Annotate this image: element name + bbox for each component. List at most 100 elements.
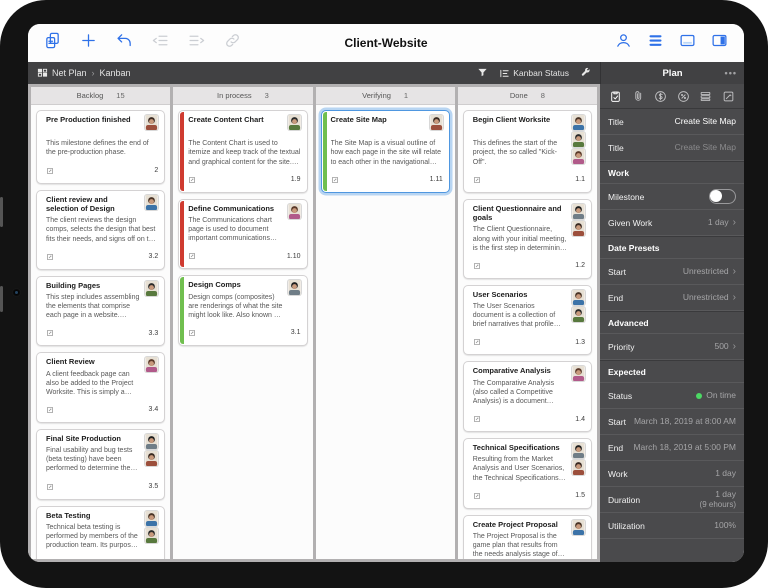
- field-row-start[interactable]: StartUnrestricted›: [600, 259, 744, 285]
- card-title: Define Communications: [188, 204, 300, 213]
- paste-icon[interactable]: [44, 32, 61, 54]
- column-cards: Create Site MapThe Site Map is a visual …: [316, 105, 455, 559]
- grouping-selector[interactable]: Kanban Status: [499, 68, 569, 79]
- note-icon: [473, 257, 481, 275]
- field-value: Create Site Map: [675, 142, 736, 153]
- field-value: 100%: [714, 520, 736, 531]
- volume-down-button[interactable]: [0, 286, 3, 312]
- user-icon[interactable]: [615, 32, 632, 54]
- kanban-card[interactable]: Technical SpecificationsResulting from t…: [463, 438, 592, 509]
- app-screen: Client-Website Net Plan › Kanban Kanba: [28, 24, 744, 562]
- clipboard-check-icon[interactable]: [609, 90, 622, 103]
- avatar: [145, 434, 158, 449]
- field-label: Duration: [608, 495, 640, 505]
- card-avatars: [145, 115, 158, 130]
- chevron-right-icon: ›: [733, 292, 736, 303]
- card-footer: 1.4: [473, 410, 585, 428]
- kanban-card[interactable]: Building PagesThis step includes assembl…: [36, 276, 165, 347]
- column-header: Backlog15: [31, 87, 170, 105]
- kanban-card[interactable]: Client Questionnaire and goalsThe Client…: [463, 199, 592, 279]
- card-description: The Comparative Analysis (also called a …: [473, 379, 567, 406]
- breadcrumb-root[interactable]: Net Plan: [52, 68, 87, 78]
- content-area: Backlog15 Pre Production finishedThis mil…: [28, 84, 744, 562]
- kanban-card[interactable]: Begin Client WorksiteThis defines the st…: [463, 110, 592, 193]
- kanban-card[interactable]: Comparative AnalysisThe Comparative Anal…: [463, 361, 592, 432]
- panel-right-icon[interactable]: [711, 32, 728, 54]
- card-title: Pre Production finished: [46, 115, 158, 124]
- card-number-badge: 1.2: [575, 262, 585, 269]
- kanban-card[interactable]: Create Site MapThe Site Map is a visual …: [321, 110, 450, 193]
- menu-icon[interactable]: [647, 32, 664, 54]
- kanban-board: Backlog15 Pre Production finishedThis mil…: [28, 84, 600, 562]
- rows-icon[interactable]: [699, 90, 712, 103]
- card-avatars: [572, 443, 585, 475]
- avatar: [572, 132, 585, 147]
- card-description: Resulting from the Market Analysis and U…: [473, 455, 567, 482]
- funnel-icon[interactable]: [477, 67, 488, 80]
- status-stripe: [323, 112, 327, 191]
- ipad-frame: Client-Website Net Plan › Kanban Kanba: [0, 0, 768, 588]
- card-number-badge: 2: [154, 167, 158, 174]
- card-title: Create Content Chart: [188, 115, 300, 124]
- percent-icon[interactable]: [677, 90, 690, 103]
- avatar: [572, 221, 585, 236]
- field-label: Work: [608, 469, 628, 479]
- kanban-card[interactable]: Design CompsDesign comps (composites) ar…: [178, 275, 307, 346]
- kanban-card[interactable]: User ScenariosThe User Scenarios documen…: [463, 285, 592, 356]
- breadcrumb-current[interactable]: Kanban: [100, 68, 131, 78]
- cost-icon[interactable]: [654, 90, 667, 103]
- kanban-card[interactable]: Client ReviewA client feedback page can …: [36, 352, 165, 423]
- card-avatars: [145, 357, 158, 372]
- avatar: [145, 281, 158, 296]
- kanban-card[interactable]: Client review and selection of DesignThe…: [36, 190, 165, 270]
- card-footer: 1.9: [188, 171, 300, 189]
- indent-icon: [188, 32, 205, 54]
- column-cards: Begin Client WorksiteThis defines the st…: [458, 105, 597, 559]
- card-footer: 3.4: [46, 401, 158, 419]
- field-row-priority[interactable]: Priority500›: [600, 334, 744, 360]
- card-number-badge: 3.4: [149, 406, 159, 413]
- kanban-card[interactable]: Pre Production finishedThis milestone de…: [36, 110, 165, 184]
- kanban-card[interactable]: Create Content ChartThe Content Chart is…: [178, 110, 307, 193]
- field-label: Given Work: [608, 218, 652, 228]
- field-value: 1 day: [708, 217, 729, 228]
- panel-bottom-icon[interactable]: [679, 32, 696, 54]
- milestone-toggle[interactable]: [709, 189, 736, 204]
- toolbar-left-group: [44, 32, 241, 54]
- card-number-badge: 3.1: [291, 329, 301, 336]
- undo-icon[interactable]: [116, 32, 133, 54]
- card-avatars: [572, 520, 585, 535]
- note-icon: [188, 171, 196, 189]
- kanban-card[interactable]: Beta TestingTechnical beta testing is pe…: [36, 506, 165, 559]
- card-footer: 1.2: [473, 257, 585, 275]
- grouping-label[interactable]: Kanban Status: [513, 68, 569, 78]
- card-footer: 3.5: [46, 478, 158, 496]
- field-label: Milestone: [608, 192, 644, 202]
- card-footer: 1.5: [473, 487, 585, 505]
- kanban-card[interactable]: Create Project ProposalThe Project Propo…: [463, 515, 592, 559]
- breadcrumb[interactable]: Net Plan › Kanban Kanban Status: [28, 62, 600, 84]
- card-description: The client reviews the design comps, sel…: [46, 216, 158, 243]
- field-value: 500: [714, 341, 728, 352]
- field-row-title[interactable]: TitleCreate Site Map: [600, 109, 744, 135]
- card-avatars: [288, 280, 301, 295]
- wrench-icon[interactable]: [580, 67, 591, 80]
- status-stripe: [180, 112, 184, 191]
- field-row-title[interactable]: TitleCreate Site Map: [600, 135, 744, 161]
- kanban-card[interactable]: Final Site ProductionFinal usability and…: [36, 429, 165, 500]
- more-options-icon[interactable]: •••: [725, 68, 737, 78]
- paperclip-icon[interactable]: [632, 90, 645, 103]
- field-row-milestone[interactable]: Milestone: [600, 184, 744, 210]
- volume-up-button[interactable]: [0, 197, 3, 227]
- kanban-card[interactable]: Define CommunicationsThe Communications …: [178, 199, 307, 270]
- field-row-given-work[interactable]: Given Work1 day›: [600, 210, 744, 236]
- add-icon[interactable]: [80, 32, 97, 54]
- avatar: [572, 115, 585, 130]
- note-icon[interactable]: [722, 90, 735, 103]
- card-number-badge: 1.9: [291, 176, 301, 183]
- field-row-duration: Duration1 day(9 ehours): [600, 487, 744, 513]
- field-row-end[interactable]: EndUnrestricted›: [600, 285, 744, 311]
- kanban-column-backlog: Backlog15 Pre Production finishedThis mil…: [31, 87, 170, 559]
- column-count: 3: [265, 91, 269, 100]
- card-description: Design comps (composites) are renderings…: [188, 293, 282, 320]
